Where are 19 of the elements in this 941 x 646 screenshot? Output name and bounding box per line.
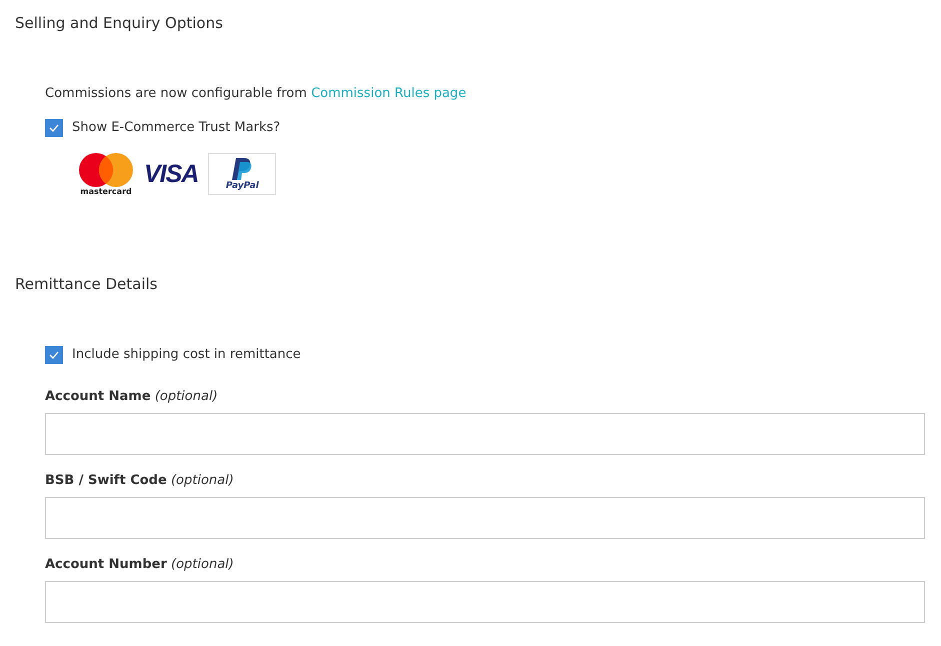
field-label: Account Number (optional) — [45, 556, 235, 574]
field-label: Account Name (optional) — [45, 388, 219, 406]
notice-text: Commissions are now configurable from Commission Rules page — [45, 86, 468, 102]
checkbox[interactable] — [45, 119, 63, 137]
checkbox-label: Show E-Commerce Trust Marks? — [72, 119, 280, 137]
check-icon — [49, 351, 59, 359]
input-field[interactable] — [45, 497, 925, 539]
section-title: Selling and Enquiry Options — [15, 13, 224, 33]
field-label: BSB / Swift Code (optional) — [45, 472, 235, 490]
checkbox-label: Include shipping cost in remittance — [72, 346, 301, 364]
visa-logo: VISA — [144, 160, 198, 188]
input-field[interactable] — [45, 413, 925, 455]
section-title: Remittance Details — [15, 274, 158, 294]
input-field[interactable] — [45, 581, 925, 623]
checkbox[interactable] — [45, 346, 63, 364]
paypal-logo: PayPal — [208, 153, 276, 195]
commission-rules-link[interactable]: Commission Rules page — [311, 86, 466, 101]
check-icon — [49, 124, 59, 132]
mastercard-logo: mastercard — [78, 152, 134, 196]
